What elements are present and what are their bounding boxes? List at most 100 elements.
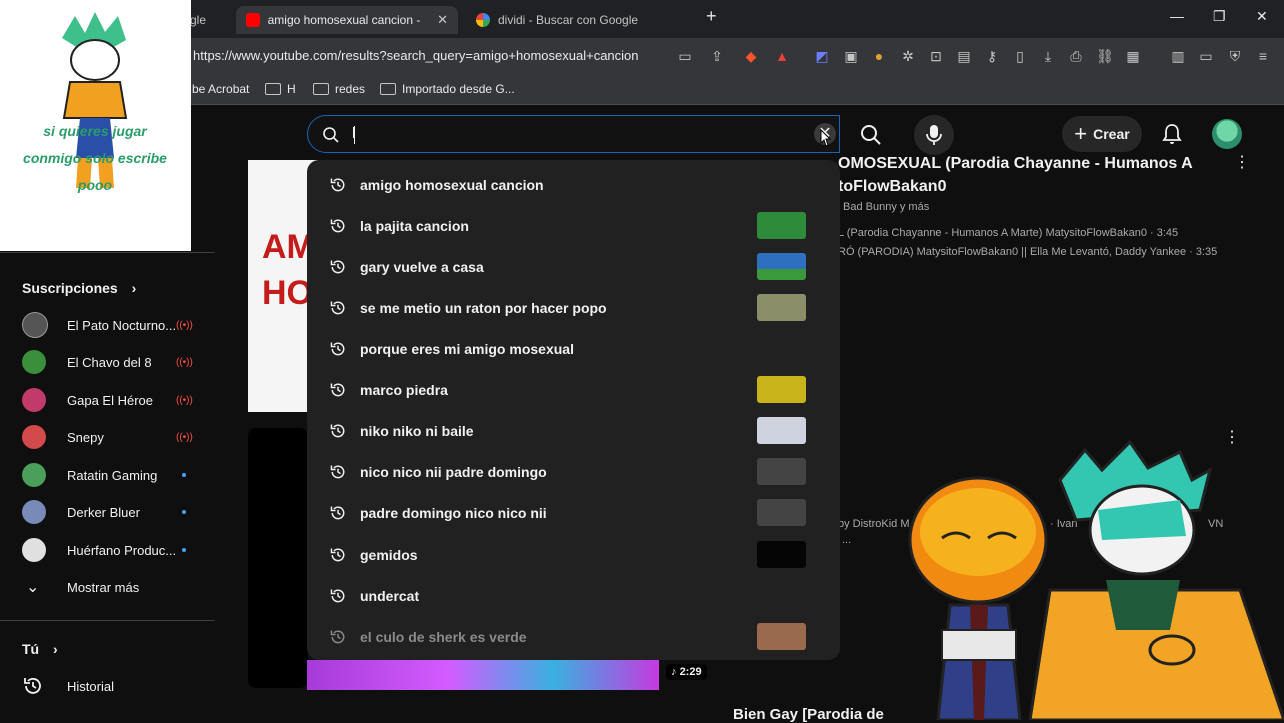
tab-label: amigo homosexual cancion - Yo bbox=[267, 13, 424, 27]
thumbnail-text: HO bbox=[262, 274, 313, 312]
key-icon[interactable]: ⚷ bbox=[983, 47, 1001, 65]
create-button[interactable]: + Crear bbox=[1062, 116, 1142, 152]
suggestion-text: gemidos bbox=[360, 546, 418, 563]
history-icon bbox=[330, 177, 345, 191]
search-suggestions-dropdown: amigo homosexual cancion la pajita canci… bbox=[307, 160, 840, 660]
show-more-button[interactable]: ⌄ Mostrar más bbox=[0, 570, 215, 604]
channel-avatar bbox=[22, 500, 46, 524]
suggestion-text: niko niko ni baile bbox=[360, 422, 474, 439]
suggestion-item[interactable]: el culo de sherk es verde bbox=[307, 616, 840, 657]
suggestion-item[interactable]: nico nico nii padre domingo bbox=[307, 451, 840, 492]
share-icon[interactable]: ⇪ bbox=[708, 47, 726, 65]
wallet-icon[interactable]: ▭ bbox=[1197, 47, 1215, 65]
bookmark-folder[interactable]: Importado desde G... bbox=[380, 82, 515, 96]
you-section-header[interactable]: Tú › bbox=[22, 641, 58, 657]
chevron-right-icon: › bbox=[53, 641, 58, 657]
tab-youtube-active[interactable]: amigo homosexual cancion - Yo ✕ bbox=[236, 6, 458, 34]
tab-google[interactable]: gle bbox=[190, 6, 206, 34]
suggestion-item[interactable]: padre domingo nico nico nii bbox=[307, 492, 840, 533]
brave-shield-icon[interactable]: ◆ bbox=[742, 47, 760, 65]
extension-icon[interactable]: ▦ bbox=[1124, 47, 1142, 65]
extension-icon[interactable]: ▤ bbox=[955, 47, 973, 65]
sidebar-subscription[interactable]: Ratatin Gaming bbox=[0, 458, 215, 492]
more-actions-icon[interactable]: ⋮ bbox=[1234, 152, 1250, 172]
tab-google-search[interactable]: dividi - Buscar con Google bbox=[476, 6, 638, 34]
extension-icon[interactable]: ◩ bbox=[813, 47, 831, 65]
sidebar: Suscripciones › El Pato Nocturno... ((•)… bbox=[0, 252, 215, 720]
sidebar-subscription[interactable]: Gapa El Héroe ((•)) bbox=[0, 383, 215, 417]
playlist-item[interactable]: RÓ (PARODIA) MatysitoFlowBakan0 || Ella … bbox=[838, 246, 1217, 258]
video-thumbnail[interactable] bbox=[307, 660, 659, 690]
sidebar-subscription[interactable]: Derker Bluer bbox=[0, 495, 215, 529]
subscriptions-header[interactable]: Suscripciones › bbox=[22, 280, 136, 296]
suggestion-item[interactable]: amigo homosexual cancion bbox=[307, 164, 840, 205]
suggestion-item[interactable]: porque eres mi amigo mosexual bbox=[307, 328, 840, 369]
folder-icon bbox=[380, 83, 396, 95]
channel-avatar bbox=[22, 425, 46, 449]
screenshot-icon[interactable]: ⊡ bbox=[927, 47, 945, 65]
folder-icon bbox=[265, 83, 281, 95]
brave-rewards-icon[interactable]: ▲ bbox=[773, 47, 791, 65]
voice-search-button[interactable] bbox=[914, 115, 954, 155]
sidebar-toggle-icon[interactable]: ▥ bbox=[1169, 47, 1187, 65]
suggestion-item[interactable]: undercat bbox=[307, 575, 840, 616]
create-label: Crear bbox=[1093, 126, 1130, 142]
suggestion-item[interactable]: niko niko ni baile bbox=[307, 410, 840, 451]
menu-icon[interactable]: ≡ bbox=[1254, 47, 1272, 65]
bookmark-item[interactable]: be Acrobat bbox=[192, 82, 249, 96]
character-overlay-image bbox=[908, 440, 1284, 720]
suggestion-item[interactable]: la pajita cancion bbox=[307, 205, 840, 246]
sidebar-subscription[interactable]: Huérfano Produc... bbox=[0, 533, 215, 567]
you-label: Tú bbox=[22, 641, 40, 657]
video-title[interactable]: Bien Gay [Parodia de bbox=[733, 706, 884, 723]
live-icon: ((•)) bbox=[176, 394, 193, 406]
suggestion-item[interactable]: se me metio un raton por hacer popo bbox=[307, 287, 840, 328]
suggestion-item[interactable]: marco piedra bbox=[307, 369, 840, 410]
bookmark-folder[interactable]: redes bbox=[313, 82, 365, 96]
channel-name: El Pato Nocturno... bbox=[67, 317, 177, 333]
suggestion-item[interactable]: gary vuelve a casa bbox=[307, 246, 840, 287]
minimize-icon[interactable]: — bbox=[1170, 8, 1184, 24]
search-button[interactable] bbox=[848, 115, 894, 153]
bookmark-icon[interactable]: ▯ bbox=[1011, 47, 1029, 65]
cast-icon[interactable]: ▭ bbox=[676, 47, 694, 65]
suggestion-item[interactable]: gemidos bbox=[307, 534, 840, 575]
video-title[interactable]: OMOSEXUAL (Parodia Chayanne - Humanos A … bbox=[838, 152, 1198, 198]
suggestion-thumbnail bbox=[757, 376, 806, 403]
maximize-icon[interactable]: ❐ bbox=[1213, 8, 1226, 25]
playlist-item[interactable]: L (Parodia Chayanne - Humanos A Marte) M… bbox=[838, 227, 1178, 239]
account-avatar[interactable] bbox=[1212, 119, 1242, 149]
tab-label: dividi - Buscar con Google bbox=[498, 13, 639, 27]
url-field[interactable]: https://www.youtube.com/results?search_q… bbox=[193, 48, 639, 63]
channel-meta: Bad Bunny y más bbox=[843, 201, 930, 213]
suggestion-text: marco piedra bbox=[360, 381, 448, 398]
channel-avatar bbox=[22, 538, 46, 562]
suggestion-text: el culo de sherk es verde bbox=[360, 628, 527, 645]
sidebar-item-history[interactable]: Historial bbox=[0, 669, 215, 703]
sidebar-subscription[interactable]: El Chavo del 8 ((•)) bbox=[0, 345, 215, 379]
sidebar-subscription[interactable]: Snepy ((•)) bbox=[0, 420, 215, 454]
suggestion-thumbnail bbox=[757, 499, 806, 526]
search-box[interactable]: l ✕ bbox=[307, 115, 840, 153]
puzzle-icon[interactable]: ✲ bbox=[899, 47, 917, 65]
bookmark-folder[interactable]: H bbox=[265, 82, 296, 96]
extension-icon[interactable]: ▣ bbox=[842, 47, 860, 65]
history-icon bbox=[330, 629, 345, 643]
link-icon[interactable]: ⛓ bbox=[1096, 47, 1114, 65]
video-thumbnail[interactable] bbox=[248, 428, 308, 688]
channel-name: Snepy bbox=[67, 429, 104, 445]
close-tab-icon[interactable]: ✕ bbox=[437, 12, 448, 28]
close-window-icon[interactable]: ✕ bbox=[1256, 8, 1268, 25]
print-icon[interactable]: ⎙ bbox=[1067, 47, 1085, 65]
extension-icon[interactable]: ● bbox=[870, 47, 888, 65]
channel-avatar bbox=[22, 463, 46, 487]
suggestion-text: padre domingo nico nico nii bbox=[360, 504, 547, 521]
sidebar-subscription[interactable]: El Pato Nocturno... ((•)) bbox=[0, 308, 215, 342]
new-tab-icon[interactable]: + bbox=[706, 6, 717, 27]
notifications-bell-icon[interactable] bbox=[1160, 122, 1184, 146]
vpn-icon[interactable]: ⛨ bbox=[1226, 47, 1244, 65]
channel-meta: ... bbox=[842, 534, 852, 546]
suggestion-text: undercat bbox=[360, 587, 420, 604]
new-content-dot bbox=[182, 548, 186, 552]
download-icon[interactable]: ⤓ bbox=[1039, 47, 1057, 65]
